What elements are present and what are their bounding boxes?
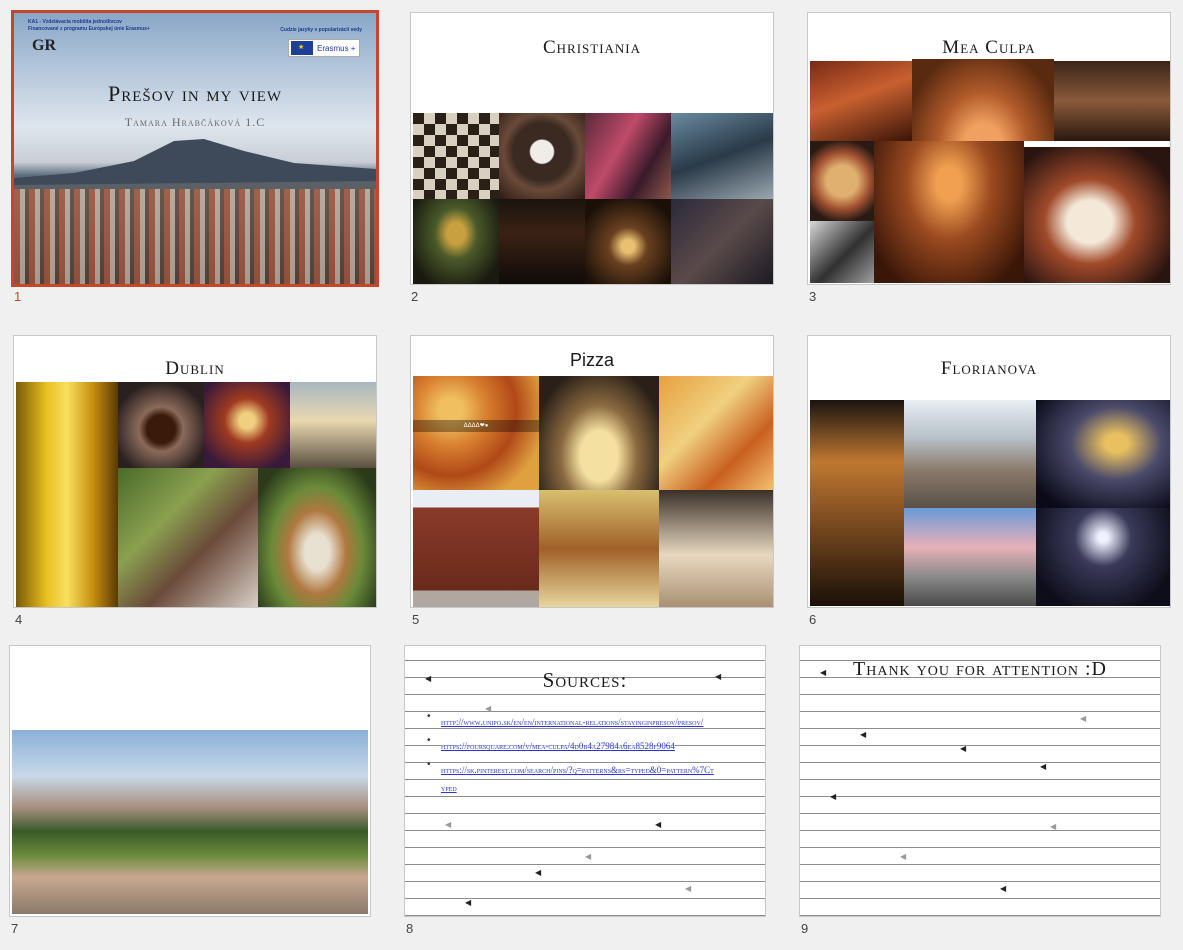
slide-title: Thank you for attention :D xyxy=(853,658,1107,680)
slide-number-8: 8 xyxy=(406,921,414,936)
project-subtitle: Cudzie jazyky v popularizácii vedy xyxy=(280,27,362,33)
photo-restaurant-interior xyxy=(659,490,773,607)
photo-beer-glasses xyxy=(499,199,585,284)
photo-people-dark xyxy=(671,199,773,284)
slide-title: Prešov in my view xyxy=(107,81,283,106)
slide-number-6: 6 xyxy=(809,612,817,627)
list-item: https://foursquare.com/v/mea-culpa/4d0b4… xyxy=(427,735,717,754)
photo-christmas-lights xyxy=(1036,400,1170,508)
slide-number-1: 1 xyxy=(14,289,22,304)
source-link[interactable]: http://www.unipo.sk/en/en/international-… xyxy=(441,717,704,727)
slide-thumbnail-5[interactable]: Pizza ΔΔΔΔ❤● xyxy=(410,335,774,608)
arrow-icon: ◀ xyxy=(1040,762,1047,771)
arrow-icon: ◀ xyxy=(1080,714,1087,723)
photo-chessboard xyxy=(413,113,499,199)
photo-arch-corridor xyxy=(874,141,1024,283)
slide-number-2: 2 xyxy=(411,289,419,304)
school-logo: GR xyxy=(32,37,56,54)
slide-title: Sources: xyxy=(542,668,628,692)
photo-town-square xyxy=(12,730,368,914)
project-header: KA1 - Vzdelávacia mobilita jednotlivcov … xyxy=(28,19,150,33)
arrow-icon: ◀ xyxy=(585,852,592,861)
slide-number-4: 4 xyxy=(15,612,23,627)
slide-thumbnail-8[interactable]: ◀ ◀ ◀ ◀ ◀ ◀ ◀ ◀ ◀ Sources: http://www.un… xyxy=(404,645,766,917)
photo-girl-drinking xyxy=(118,468,258,607)
photo-bar-room xyxy=(1054,61,1170,141)
photo-lights-canopy xyxy=(1036,508,1170,606)
arrow-icon: ◀ xyxy=(820,668,827,677)
photo-pizzeria-entrance xyxy=(539,490,659,607)
arrow-icon: ◀ xyxy=(900,852,907,861)
photo-cafe-sign xyxy=(810,221,874,283)
slide-sorter-view: KA1 - Vzdelávacia mobilita jednotlivcov … xyxy=(0,0,1183,950)
project-line-2: Financované z programu Európskej únie Er… xyxy=(28,26,150,32)
arrow-icon: ◀ xyxy=(960,744,967,753)
arrow-icon: ◀ xyxy=(860,730,867,739)
slide-title: Florianova xyxy=(940,358,1038,379)
photo-drink xyxy=(499,113,585,199)
slide-number-9: 9 xyxy=(801,921,809,936)
photo-iced-drink xyxy=(258,468,376,607)
arrow-icon: ◀ xyxy=(1050,822,1057,831)
photo-pizza-whole: ΔΔΔΔ❤● xyxy=(413,376,539,490)
arrow-icon: ◀ xyxy=(655,820,662,829)
source-link[interactable]: https://foursquare.com/v/mea-culpa/4d0b4… xyxy=(441,741,675,751)
photo-latte-drinks xyxy=(290,382,376,468)
photo-pizza-slices xyxy=(659,376,773,490)
slide-title: Dublin xyxy=(165,358,225,379)
arrow-icon: ◀ xyxy=(465,898,472,907)
slide-thumbnail-7[interactable] xyxy=(9,645,371,917)
erasmus-label: Erasmus + xyxy=(317,43,356,53)
slide-thumbnail-3[interactable]: Mea Culpa xyxy=(807,12,1171,285)
slide-title: Mea Culpa xyxy=(942,37,1036,58)
arrow-icon: ◀ xyxy=(445,820,452,829)
photo-dessert-glass xyxy=(204,382,290,468)
striped-background xyxy=(800,646,1160,916)
sources-list: http://www.unipo.sk/en/en/international-… xyxy=(427,711,717,802)
arrow-icon: ◀ xyxy=(685,884,692,893)
slide-title: Pizza xyxy=(569,350,614,370)
photo-brick-vault xyxy=(912,59,1054,141)
photo-tea-cup xyxy=(118,382,204,468)
photo-street-night xyxy=(810,400,904,606)
pizza-caption: ΔΔΔΔ❤● xyxy=(413,420,539,432)
arrow-icon: ◀ xyxy=(535,868,542,877)
arrow-icon: ◀ xyxy=(830,792,837,801)
city-rooftops xyxy=(14,189,376,284)
eu-flag-icon xyxy=(291,41,313,55)
photo-candle-menu xyxy=(585,199,671,284)
photo-pizza-beer xyxy=(539,376,659,490)
photo-square-day xyxy=(904,400,1036,508)
photo-bar-interior xyxy=(585,113,671,199)
slide-title: Christiania xyxy=(542,37,642,58)
erasmus-logo: Erasmus + xyxy=(288,39,360,57)
slide-thumbnail-6[interactable]: Florianova xyxy=(807,335,1171,608)
slide-thumbnail-9[interactable]: ◀ ◀ ◀ ◀ ◀ ◀ ◀ ◀ ◀ Thank you for attentio… xyxy=(799,645,1161,917)
photo-flower-street xyxy=(904,508,1036,606)
project-line-1: KA1 - Vzdelávacia mobilita jednotlivcov xyxy=(28,19,122,25)
slide-thumbnail-2[interactable]: Christiania xyxy=(410,12,774,285)
photo-bicycle-room xyxy=(671,113,773,199)
arrow-icon: ◀ xyxy=(1000,884,1007,893)
slide-number-3: 3 xyxy=(809,289,817,304)
photo-tables xyxy=(810,61,912,141)
slide-thumbnail-1[interactable]: KA1 - Vzdelávacia mobilita jednotlivcov … xyxy=(11,10,379,287)
photo-dublin-cafe-glass xyxy=(16,382,118,607)
list-item: http://www.unipo.sk/en/en/international-… xyxy=(427,711,717,730)
source-link[interactable]: https://sk.pinterest.com/search/pins/?q=… xyxy=(441,765,714,793)
photo-green-arch xyxy=(413,199,499,284)
slide-thumbnail-4[interactable]: Dublin xyxy=(13,335,377,608)
mountain-shape xyxy=(14,139,376,193)
slide-subtitle: Tamara Hrabčáková 1.C xyxy=(124,115,266,129)
photo-brick-building xyxy=(413,490,539,607)
slide-number-7: 7 xyxy=(11,921,19,936)
slide-number-5: 5 xyxy=(412,612,420,627)
list-item: https://sk.pinterest.com/search/pins/?q=… xyxy=(427,759,717,796)
photo-pizza-plate xyxy=(810,141,874,221)
photo-dessert-coffee xyxy=(1024,147,1170,283)
